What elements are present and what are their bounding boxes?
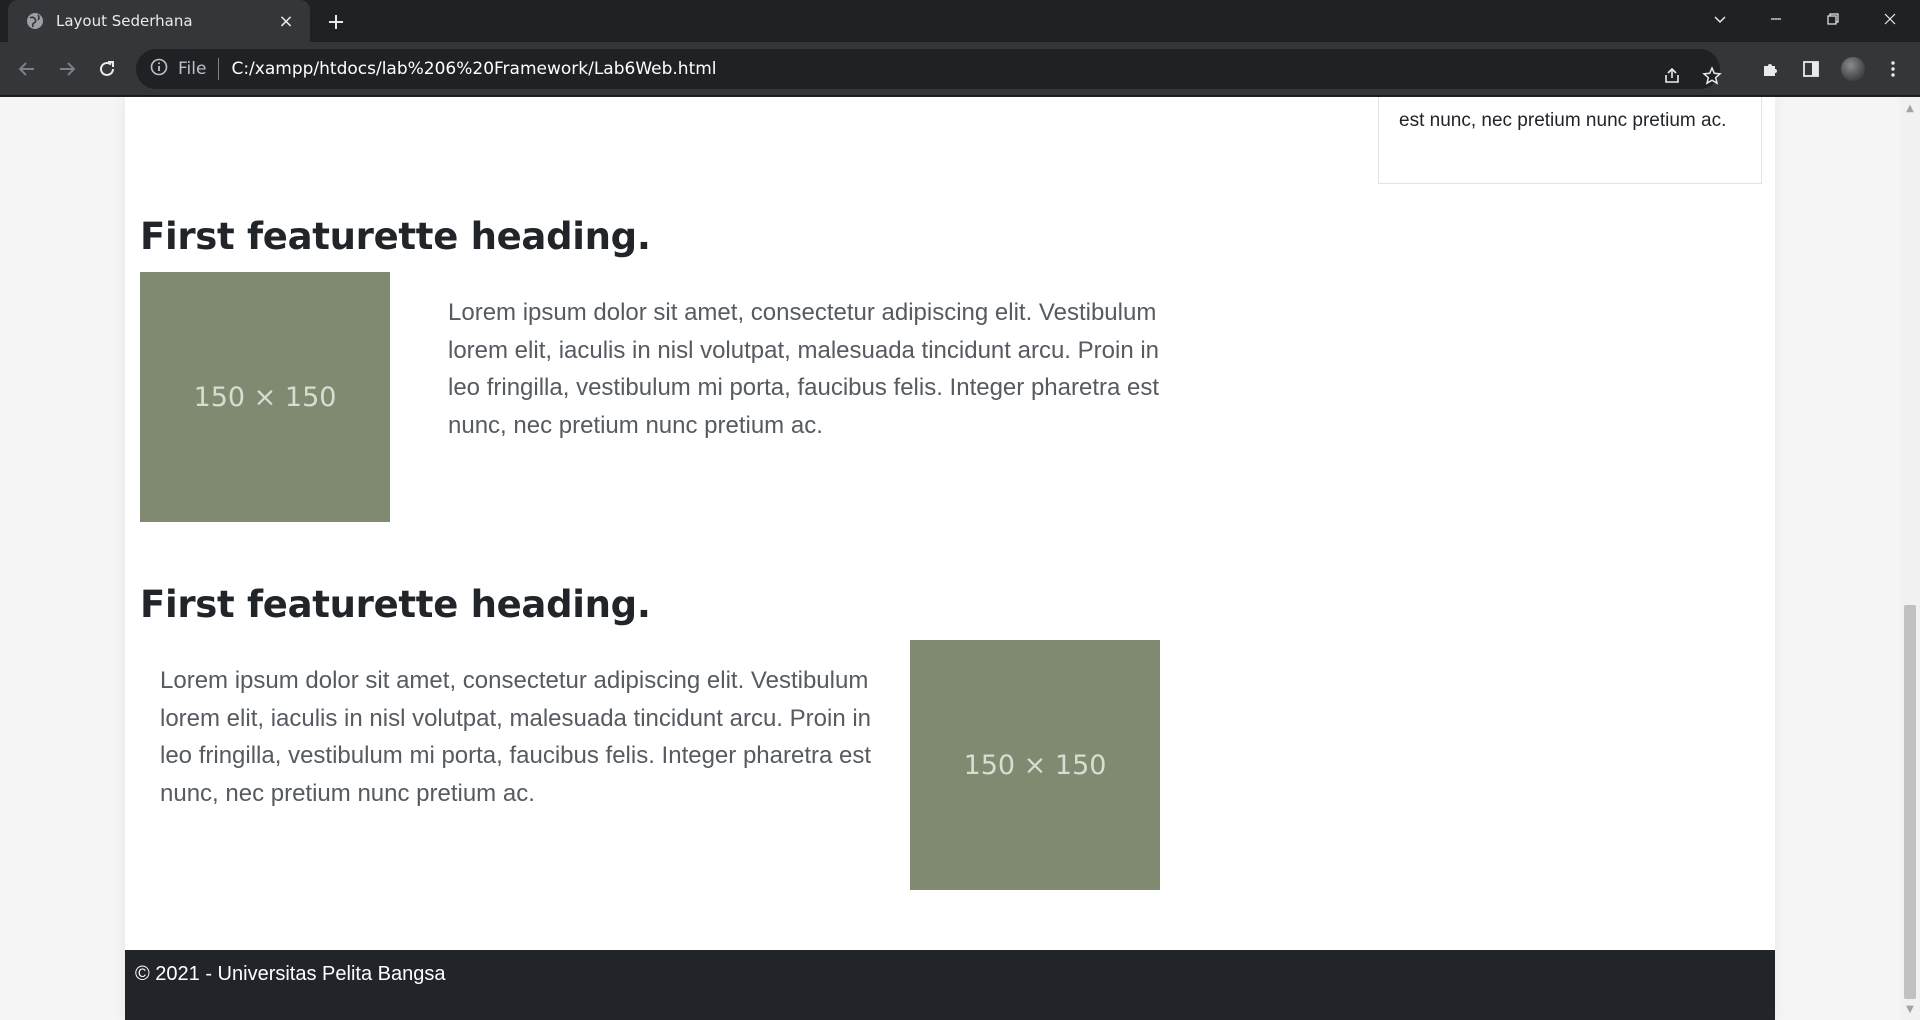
featurette-heading: First featurette heading.	[140, 215, 651, 258]
tab-strip: Layout Sederhana ×	[0, 0, 1920, 42]
image-placeholder-label: 150 × 150	[193, 381, 337, 413]
extensions-icon[interactable]	[1756, 54, 1786, 84]
close-icon[interactable]: ×	[274, 9, 298, 33]
footer-text: © 2021 - Universitas Pelita Bangsa	[135, 963, 446, 985]
scroll-down-arrow[interactable]: ▼	[1900, 1000, 1920, 1018]
url-divider	[218, 58, 220, 80]
side-panel-icon[interactable]	[1796, 54, 1826, 84]
globe-icon	[26, 12, 44, 30]
featurette-text: Lorem ipsum dolor sit amet, consectetur …	[448, 299, 1160, 439]
forward-icon[interactable]	[52, 54, 82, 84]
chevron-down-icon[interactable]	[1692, 0, 1748, 38]
scroll-up-arrow[interactable]: ▲	[1900, 99, 1920, 117]
site-info-button[interactable]: File	[150, 58, 206, 81]
browser-tab[interactable]: Layout Sederhana ×	[8, 0, 310, 42]
footer: © 2021 - Universitas Pelita Bangsa	[125, 950, 1775, 1020]
image-placeholder-label: 150 × 150	[963, 749, 1107, 781]
browser-toolbar: File C:/xampp/htdocs/lab%206%20Framework…	[0, 42, 1920, 96]
page-viewport: est nunc, nec pretium nunc pretium ac. F…	[0, 97, 1920, 1020]
site-info-label: File	[178, 59, 207, 79]
star-icon[interactable]	[1697, 61, 1727, 91]
menu-icon[interactable]	[1878, 54, 1908, 84]
vertical-scrollbar[interactable]: ▲ ▼	[1900, 97, 1920, 1020]
minimize-icon[interactable]	[1748, 0, 1804, 38]
scrollbar-thumb[interactable]	[1904, 605, 1916, 999]
restore-icon[interactable]	[1805, 0, 1861, 38]
featurette-text: Lorem ipsum dolor sit amet, consectetur …	[160, 667, 872, 807]
info-icon	[150, 58, 168, 81]
plus-icon[interactable]	[322, 8, 350, 36]
share-icon[interactable]	[1657, 61, 1687, 91]
tab-title: Layout Sederhana	[56, 12, 193, 30]
reload-icon[interactable]	[92, 54, 122, 84]
featurette-image: 150 × 150	[910, 640, 1160, 890]
sidebar-text: est nunc, nec pretium nunc pretium ac.	[1399, 110, 1727, 131]
featurette-heading: First featurette heading.	[140, 583, 651, 626]
avatar	[1841, 57, 1865, 81]
sidebar-card: est nunc, nec pretium nunc pretium ac.	[1378, 97, 1762, 184]
featurette-image: 150 × 150	[140, 272, 390, 522]
profile-avatar[interactable]	[1838, 54, 1868, 84]
address-bar[interactable]: File C:/xampp/htdocs/lab%206%20Framework…	[136, 49, 1722, 91]
page-container: est nunc, nec pretium nunc pretium ac. F…	[125, 97, 1775, 1020]
window-close-icon[interactable]	[1862, 0, 1918, 38]
back-icon[interactable]	[12, 54, 42, 84]
url-text[interactable]: C:/xampp/htdocs/lab%206%20Framework/Lab6…	[231, 59, 716, 79]
